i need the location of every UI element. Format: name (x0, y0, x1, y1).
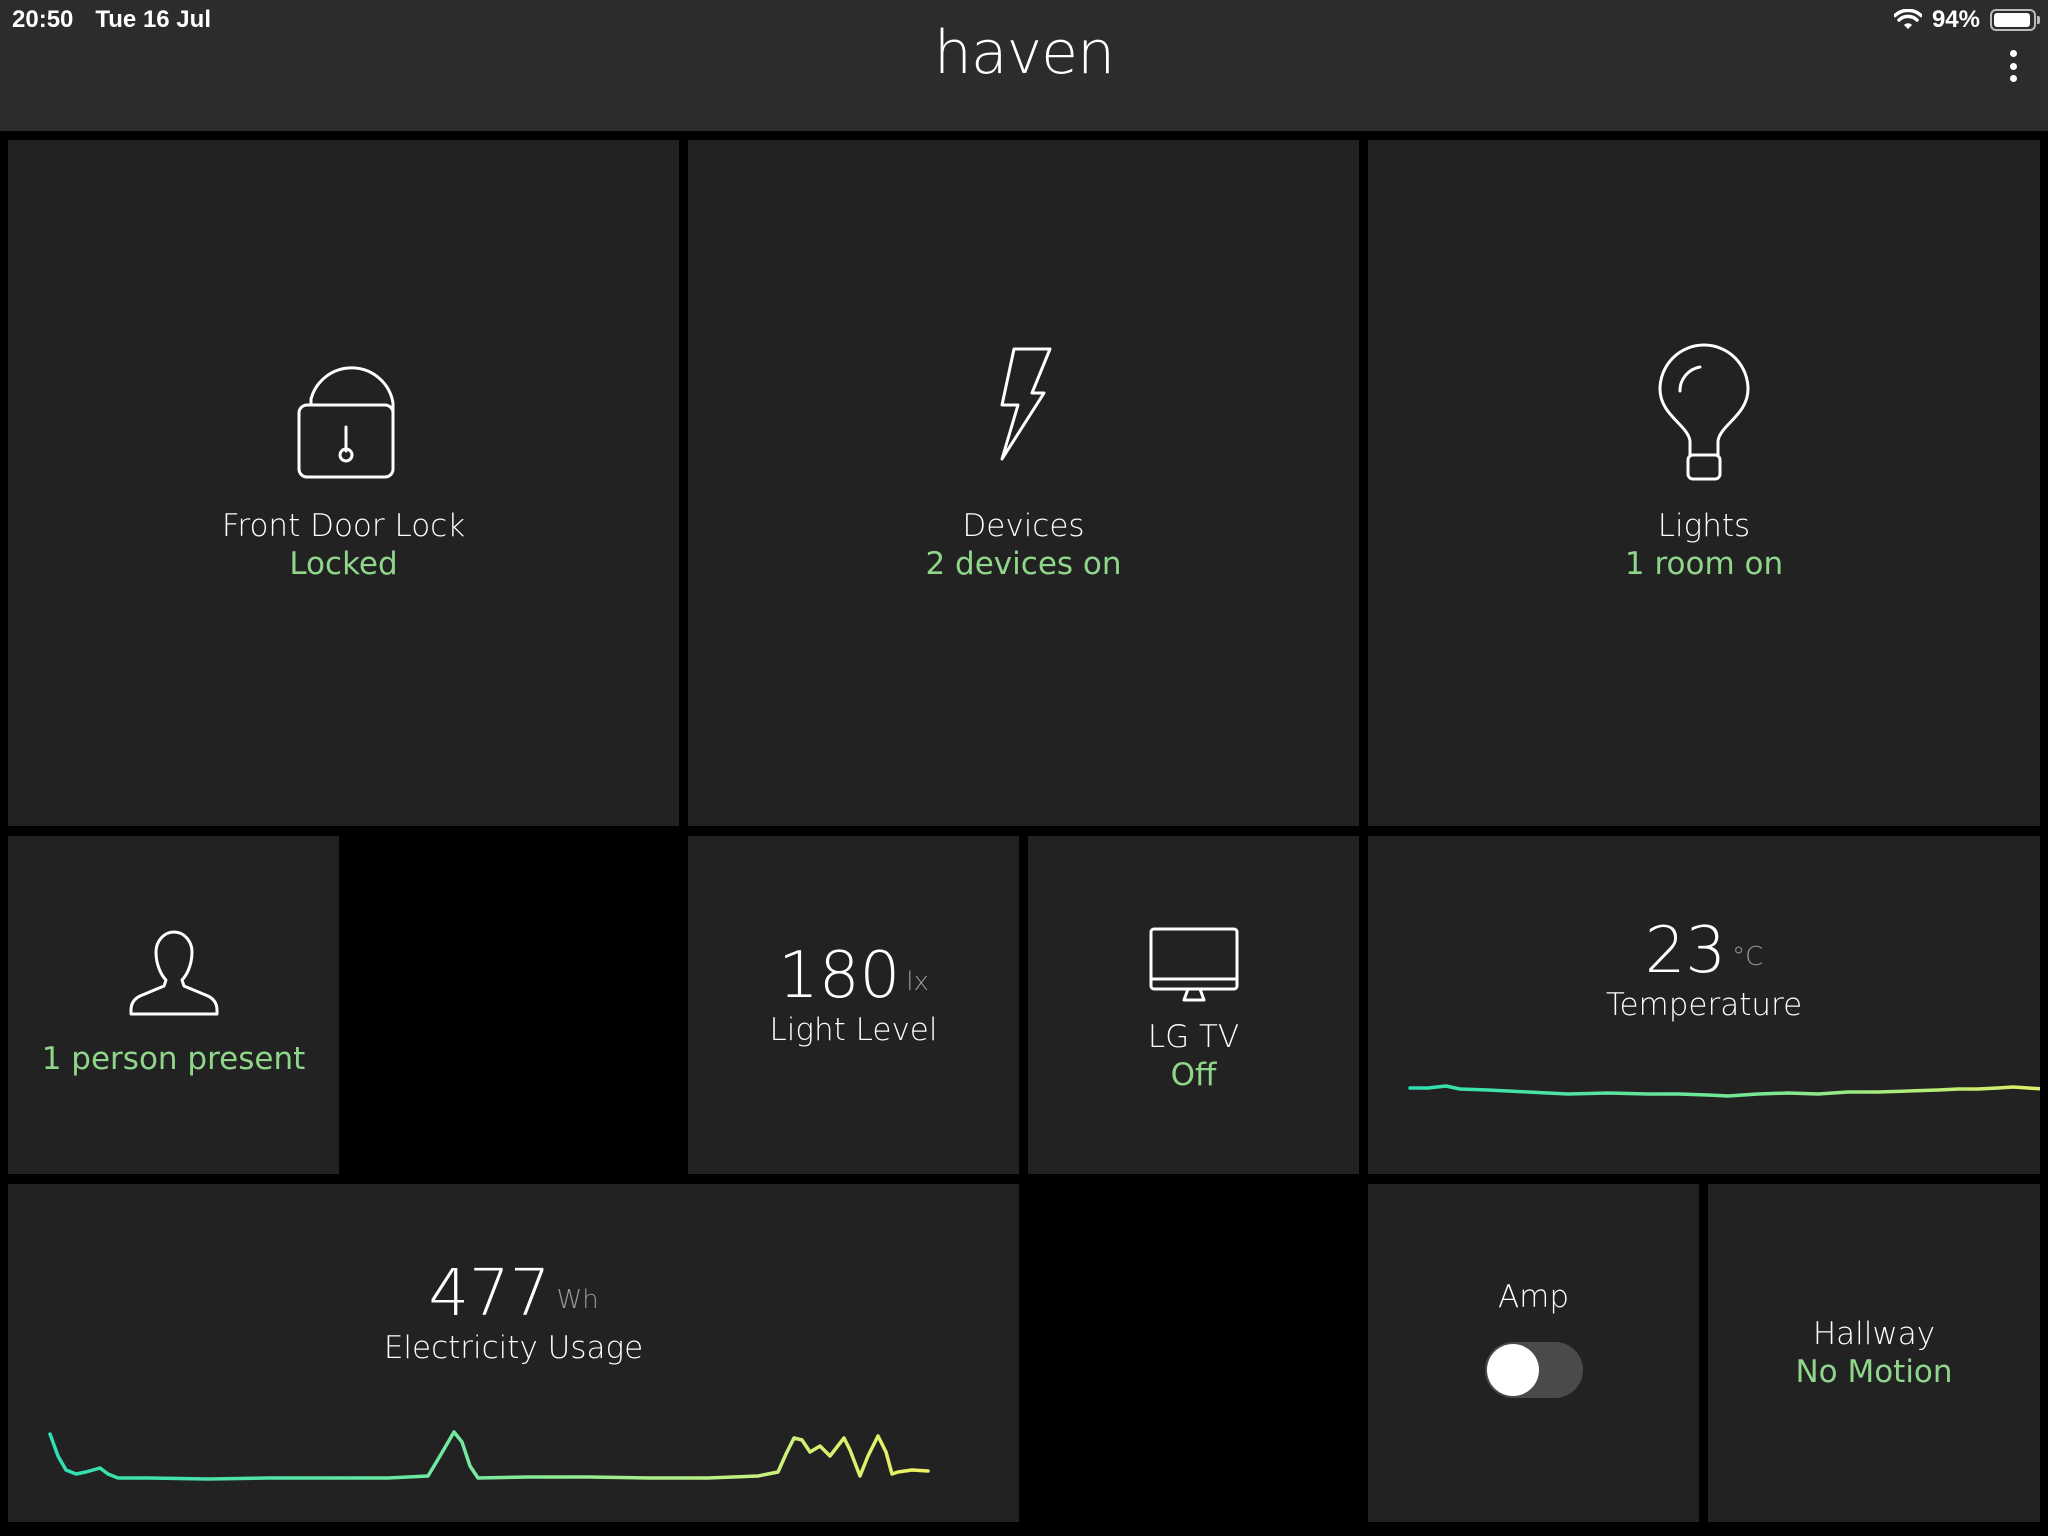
electricity-trend-line (48, 1430, 930, 1481)
light-level-label: Light Level (769, 1012, 938, 1048)
menu-dot (2009, 50, 2017, 57)
tile-devices[interactable]: Devices 2 devices on (688, 140, 1359, 826)
amp-label: Amp (1497, 1279, 1570, 1315)
hallway-label: Hallway (1812, 1316, 1936, 1352)
electricity-value: 477 (428, 1257, 551, 1331)
presence-status: 1 person present (41, 1041, 306, 1077)
menu-dot (2009, 62, 2017, 70)
app-header: 20:50 Tue 16 Jul 94% haven (0, 0, 2048, 131)
menu-dot (2009, 75, 2017, 82)
temperature-value: 23 (1644, 914, 1727, 988)
tile-front-door-lock[interactable]: Front Door Lock Locked (8, 140, 679, 826)
front-door-status: Locked (289, 546, 398, 582)
app-title: haven (933, 18, 1115, 88)
electricity-reading: 477 Wh (428, 1259, 598, 1329)
tv-label: LG TV (1147, 1019, 1240, 1055)
electricity-label: Electricity Usage (383, 1330, 644, 1366)
light-level-reading: 180 lx (778, 941, 929, 1011)
tile-light-level[interactable]: 180 lx Light Level (688, 836, 1019, 1174)
monitor-icon (1149, 927, 1238, 1002)
front-door-label: Front Door Lock (221, 508, 466, 544)
toggle-knob (1486, 1344, 1539, 1396)
tile-lights[interactable]: Lights 1 room on (1368, 140, 2040, 826)
devices-label: Devices (962, 508, 1085, 544)
devices-status: 2 devices on (925, 546, 1122, 582)
light-bulb-icon (1658, 343, 1750, 481)
tile-temperature[interactable]: 23 °C Temperature (1368, 836, 2040, 1174)
tile-electricity-usage[interactable]: 477 Wh Electricity Usage (8, 1184, 1019, 1522)
temperature-reading: 23 °C (1645, 916, 1764, 986)
tile-amp: Amp (1368, 1184, 1699, 1522)
light-level-value: 180 (778, 939, 901, 1013)
more-options-icon[interactable] (2006, 50, 2020, 82)
light-level-unit: lx (906, 967, 929, 997)
amp-toggle-switch[interactable] (1484, 1342, 1583, 1398)
temperature-trend-line (1408, 1084, 2040, 1098)
temperature-unit: °C (1732, 942, 1764, 972)
person-icon (129, 930, 218, 1016)
temperature-label: Temperature (1605, 987, 1803, 1023)
tv-status: Off (1170, 1057, 1217, 1093)
tile-lg-tv[interactable]: LG TV Off (1028, 836, 1359, 1174)
electricity-unit: Wh (556, 1285, 599, 1315)
tile-presence[interactable]: 1 person present (8, 836, 339, 1174)
tile-hallway[interactable]: Hallway No Motion (1708, 1184, 2040, 1522)
unlocked-padlock-icon (297, 366, 394, 479)
lights-label: Lights (1657, 508, 1751, 544)
hallway-status: No Motion (1795, 1354, 1953, 1390)
lights-status: 1 room on (1624, 546, 1784, 582)
lightning-bolt-icon (1000, 347, 1051, 461)
